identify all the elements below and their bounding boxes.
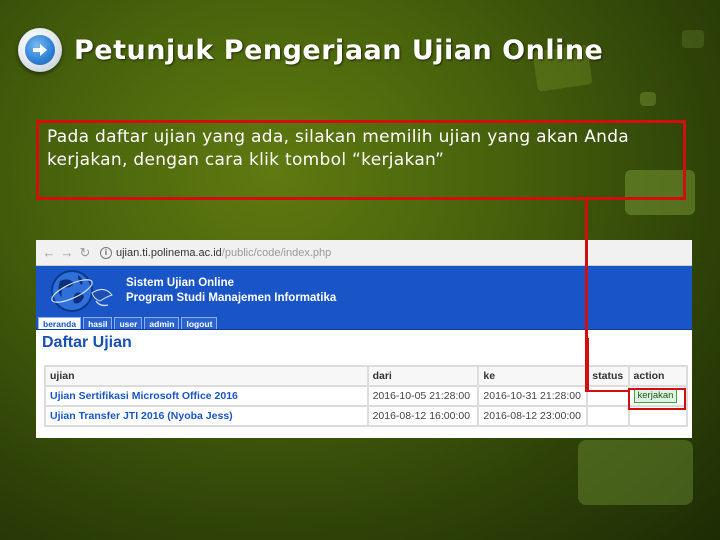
- forward-icon[interactable]: →: [58, 245, 76, 260]
- col-header-ke: ke: [479, 367, 587, 385]
- url-host[interactable]: ujian.ti.polinema.ac.id: [116, 247, 222, 259]
- info-icon[interactable]: i: [100, 246, 112, 259]
- callout-line: [585, 198, 588, 340]
- site-banner-text: Sistem Ujian Online Program Studi Manaje…: [126, 276, 336, 306]
- tab-user[interactable]: user: [114, 317, 143, 329]
- tab-admin[interactable]: admin: [144, 317, 180, 329]
- exam-end: 2016-08-12 23:00:00: [479, 407, 587, 425]
- instruction-text: Pada daftar ujian yang ada, silakan memi…: [47, 127, 630, 170]
- tab-hasil[interactable]: hasil: [83, 317, 113, 329]
- page-title: Daftar Ujian: [42, 334, 132, 351]
- tab-beranda[interactable]: beranda: [38, 317, 82, 329]
- col-header-dari: dari: [368, 367, 478, 385]
- callout-line: [585, 338, 589, 392]
- table-header-row: ujian dari ke status action: [46, 367, 686, 385]
- kerjakan-highlight-box: [628, 388, 686, 410]
- decor-shape: [578, 440, 693, 505]
- browser-toolbar: ← → ↻ i ujian.ti.polinema.ac.id/public/c…: [36, 240, 692, 266]
- exam-start: 2016-08-12 16:00:00: [368, 407, 478, 425]
- slide-header: Petunjuk Pengerjaan Ujian Online: [18, 26, 603, 74]
- col-header-status: status: [588, 367, 628, 385]
- col-header-ujian: ujian: [46, 367, 367, 385]
- slide-title: Petunjuk Pengerjaan Ujian Online: [74, 34, 604, 66]
- tab-logout[interactable]: logout: [181, 317, 218, 329]
- arrow-right-icon: [18, 28, 62, 72]
- exam-table: ujian dari ke status action Ujian Sertif…: [44, 365, 688, 427]
- decor-shape: [682, 30, 704, 48]
- table-row: Ujian Transfer JTI 2016 (Nyoba Jess) 201…: [46, 407, 686, 425]
- site-program: Program Studi Manajemen Informatika: [126, 292, 337, 304]
- callout-line: [585, 390, 629, 392]
- embedded-screenshot: ← → ↻ i ujian.ti.polinema.ac.id/public/c…: [36, 240, 692, 438]
- site-banner: Sistem Ujian Online Program Studi Manaje…: [36, 266, 692, 316]
- exam-end: 2016-10-31 21:28:00: [479, 387, 587, 405]
- globe-logo-icon: [51, 270, 113, 312]
- site-nav: beranda hasil user admin logout: [36, 316, 692, 330]
- exam-name[interactable]: Ujian Sertifikasi Microsoft Office 2016: [46, 387, 367, 405]
- back-icon[interactable]: ←: [40, 245, 58, 260]
- exam-status: [588, 407, 628, 425]
- col-header-action: action: [629, 367, 686, 385]
- site-name: Sistem Ujian Online: [126, 277, 234, 289]
- decor-shape: [640, 92, 656, 106]
- url-path[interactable]: /public/code/index.php: [222, 247, 331, 259]
- reload-icon[interactable]: ↻: [76, 245, 94, 261]
- instruction-box: Pada daftar ujian yang ada, silakan memi…: [36, 120, 686, 200]
- exam-name[interactable]: Ujian Transfer JTI 2016 (Nyoba Jess): [46, 407, 367, 425]
- exam-start: 2016-10-05 21:28:00: [368, 387, 478, 405]
